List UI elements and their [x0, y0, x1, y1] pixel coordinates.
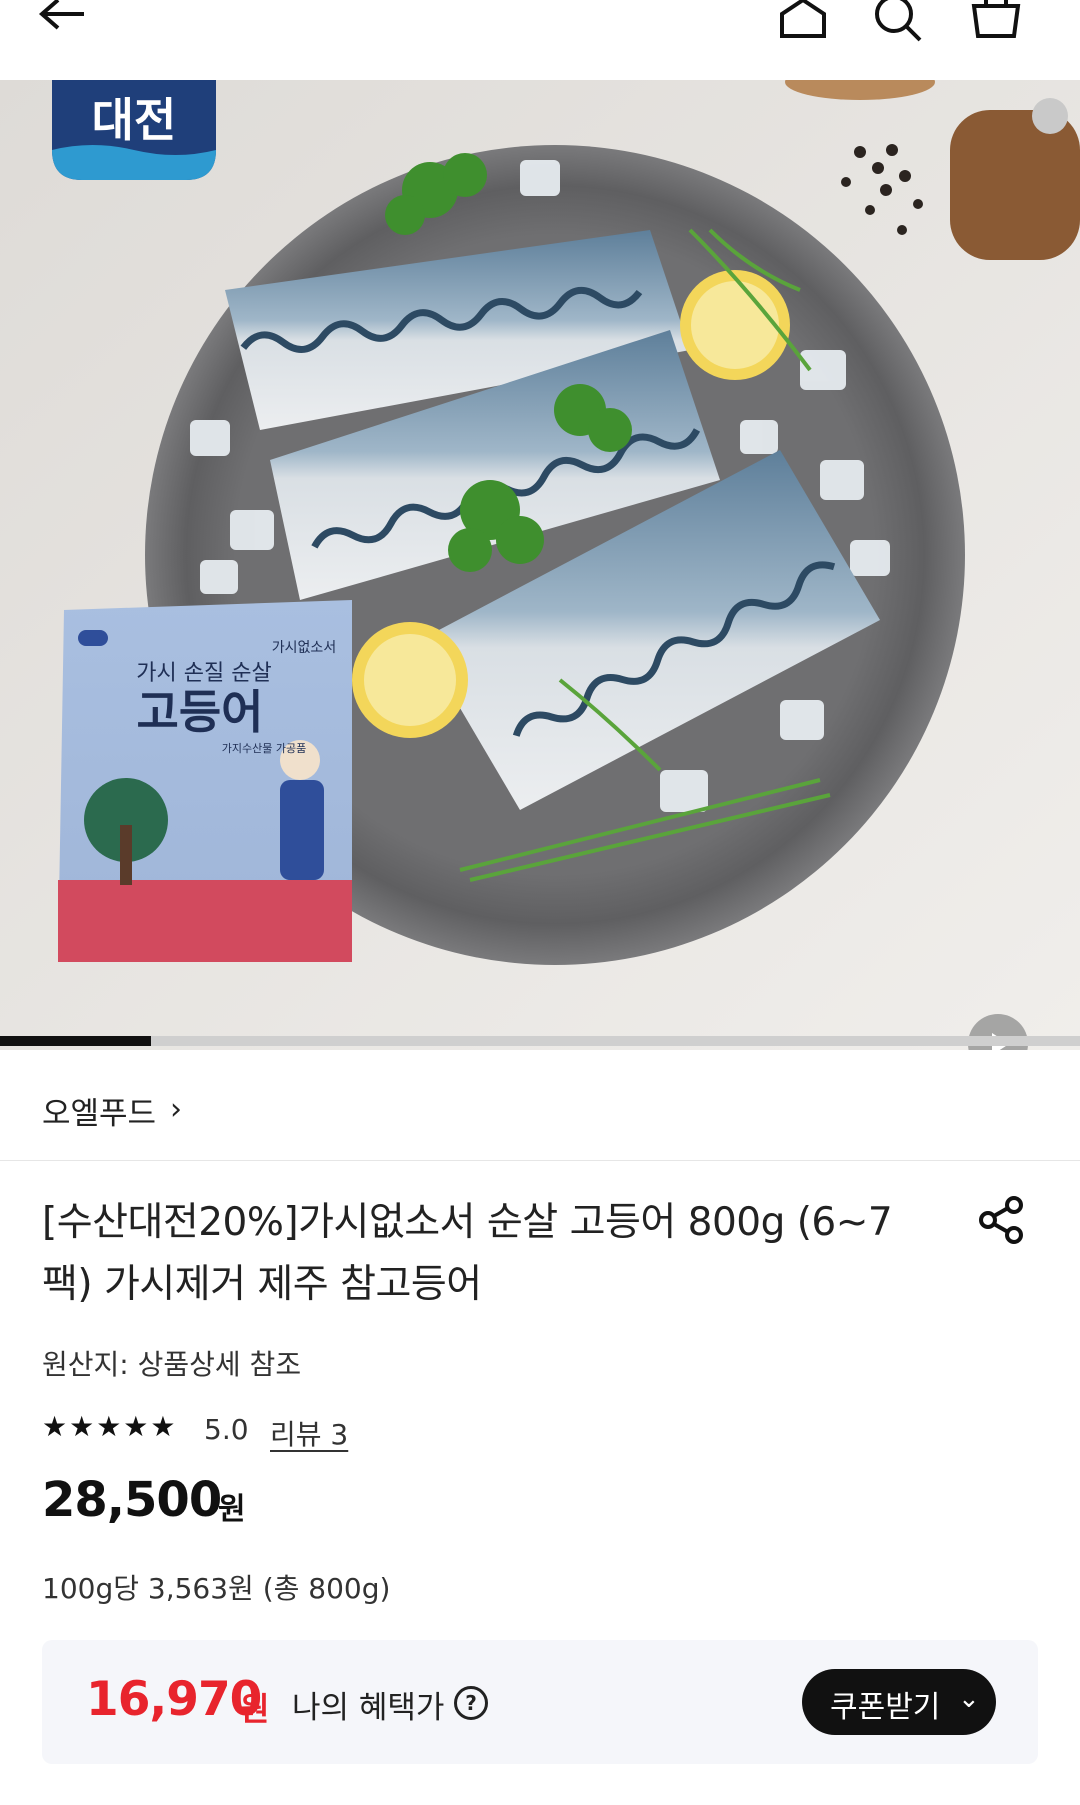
seller-link[interactable]: 오엘푸드: [42, 1088, 156, 1133]
chevron-right-icon[interactable]: ›: [170, 1092, 182, 1127]
package-subtitle: 가시 손질 순살: [136, 661, 271, 686]
product-image-gallery[interactable]: 대전 가시없소서 가시 손질 순살 고등어 가지수산물 가공품: [0, 80, 1080, 1050]
help-icon[interactable]: ?: [454, 1686, 488, 1720]
share-icon[interactable]: [978, 1196, 1026, 1244]
chevron-down-icon: ⌄: [958, 1684, 980, 1714]
benefit-price: 16,970: [86, 1672, 262, 1727]
review-link[interactable]: 리뷰 3: [270, 1413, 348, 1453]
package-brand: 가시없소서: [272, 640, 336, 656]
get-coupon-button[interactable]: 쿠폰받기 ⌄: [802, 1669, 996, 1735]
gallery-progress-bar: [0, 1036, 1080, 1046]
search-icon[interactable]: [872, 0, 928, 44]
star-rating-icons: ★★★★★: [42, 1410, 178, 1443]
arrow-left-icon[interactable]: [34, 0, 90, 56]
benefit-price-box: 16,970 원 나의 혜택가 ? 쿠폰받기 ⌄: [42, 1640, 1038, 1764]
origin-info: 원산지: 상품상세 참조: [42, 1348, 302, 1381]
package-name: 고등어: [137, 685, 264, 739]
home-icon[interactable]: [774, 0, 832, 44]
benefit-currency: 원: [240, 1690, 270, 1728]
benefit-label: 나의 혜택가: [292, 1690, 445, 1726]
badge-text: 대전: [92, 93, 177, 147]
top-bar: [0, 0, 1080, 80]
product-title: [수산대전20%]가시없소서 순살 고등어 800g (6~7팩) 가시제거 제…: [42, 1200, 893, 1307]
gallery-progress-fill: [0, 1036, 152, 1046]
coupon-label: 쿠폰받기: [830, 1690, 941, 1725]
package-desc: 가지수산물 가공품: [222, 742, 306, 755]
price-currency: 원: [218, 1492, 246, 1527]
image-text-overlay: 대전 가시없소서 가시 손질 순살 고등어 가지수산물 가공품: [92, 93, 337, 755]
unit-price: 100g당 3,563원 (총 800g): [42, 1572, 391, 1605]
divider: [0, 1160, 1080, 1161]
rating-value: 5.0: [204, 1413, 249, 1446]
cart-icon[interactable]: [968, 0, 1024, 44]
sale-price: 28,500: [42, 1472, 222, 1528]
